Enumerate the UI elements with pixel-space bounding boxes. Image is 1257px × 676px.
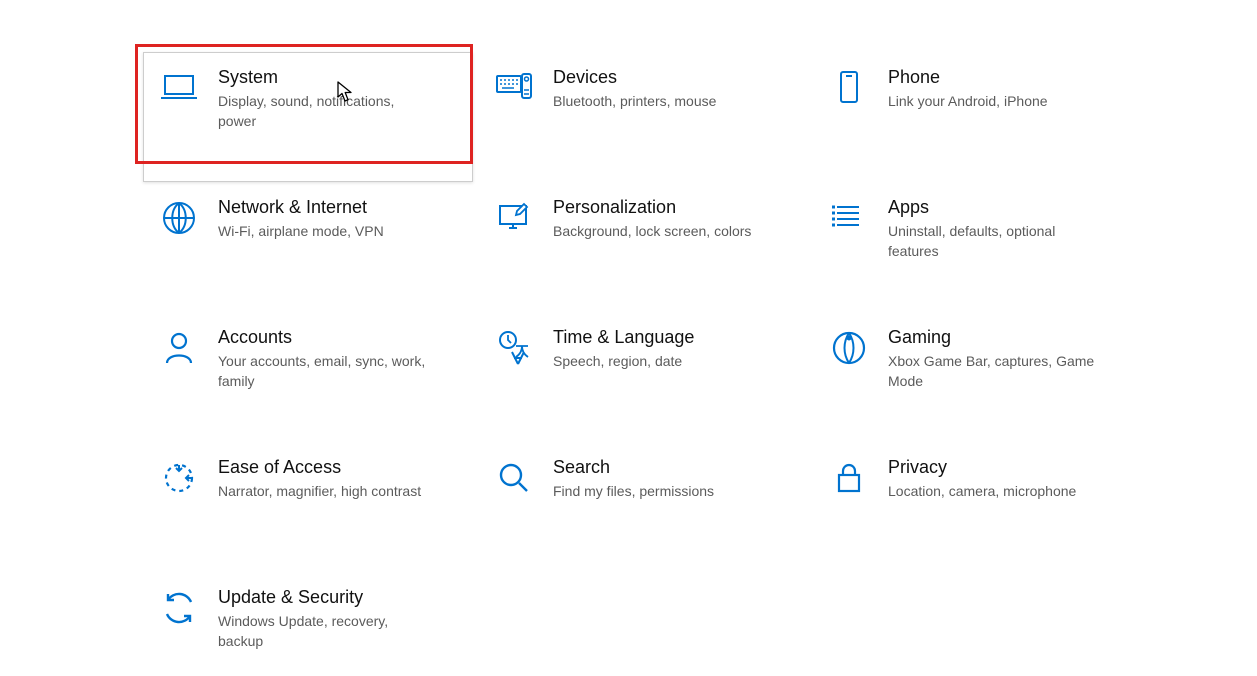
person-icon <box>153 325 205 368</box>
accessibility-icon <box>153 455 205 498</box>
tile-description: Link your Android, iPhone <box>888 91 1048 111</box>
apps-icon <box>823 195 875 238</box>
laptop-icon <box>153 65 205 108</box>
tile-title: Network & Internet <box>218 195 384 219</box>
tile-title: Ease of Access <box>218 455 421 479</box>
keyboard-icon <box>488 65 540 108</box>
tile-description: Wi-Fi, airplane mode, VPN <box>218 221 384 241</box>
settings-tile-ease-of-access[interactable]: Ease of AccessNarrator, magnifier, high … <box>143 442 473 572</box>
time-language-icon <box>488 325 540 368</box>
settings-tile-update-security[interactable]: Update & SecurityWindows Update, recover… <box>143 572 473 676</box>
globe-icon <box>153 195 205 238</box>
tile-title: Search <box>553 455 714 479</box>
tile-description: Xbox Game Bar, captures, Game Mode <box>888 351 1098 391</box>
tile-title: Devices <box>553 65 716 89</box>
settings-tile-gaming[interactable]: GamingXbox Game Bar, captures, Game Mode <box>813 312 1143 442</box>
tile-title: Personalization <box>553 195 751 219</box>
update-icon <box>153 585 205 628</box>
tile-description: Speech, region, date <box>553 351 694 371</box>
tile-description: Display, sound, notifications, power <box>218 91 428 131</box>
tile-title: Accounts <box>218 325 428 349</box>
tile-title: Gaming <box>888 325 1098 349</box>
tile-title: Phone <box>888 65 1048 89</box>
settings-tile-search[interactable]: SearchFind my files, permissions <box>478 442 808 572</box>
tile-description: Find my files, permissions <box>553 481 714 501</box>
personalize-icon <box>488 195 540 238</box>
phone-icon <box>823 65 875 108</box>
tile-description: Narrator, magnifier, high contrast <box>218 481 421 501</box>
tile-description: Location, camera, microphone <box>888 481 1076 501</box>
tile-description: Your accounts, email, sync, work, family <box>218 351 428 391</box>
settings-tile-system[interactable]: SystemDisplay, sound, notifications, pow… <box>143 52 473 182</box>
tile-description: Uninstall, defaults, optional features <box>888 221 1098 261</box>
tile-title: System <box>218 65 428 89</box>
tile-title: Apps <box>888 195 1098 219</box>
lock-icon <box>823 455 875 498</box>
settings-tile-accounts[interactable]: AccountsYour accounts, email, sync, work… <box>143 312 473 442</box>
settings-tile-time-language[interactable]: Time & LanguageSpeech, region, date <box>478 312 808 442</box>
tile-description: Windows Update, recovery, backup <box>218 611 428 651</box>
gaming-icon <box>823 325 875 368</box>
settings-tile-personalization[interactable]: PersonalizationBackground, lock screen, … <box>478 182 808 312</box>
settings-tile-network[interactable]: Network & InternetWi-Fi, airplane mode, … <box>143 182 473 312</box>
search-icon <box>488 455 540 498</box>
tile-title: Privacy <box>888 455 1076 479</box>
tile-title: Update & Security <box>218 585 428 609</box>
tile-title: Time & Language <box>553 325 694 349</box>
settings-tile-privacy[interactable]: PrivacyLocation, camera, microphone <box>813 442 1143 572</box>
tile-description: Background, lock screen, colors <box>553 221 751 241</box>
settings-tile-devices[interactable]: DevicesBluetooth, printers, mouse <box>478 52 808 182</box>
settings-tile-phone[interactable]: PhoneLink your Android, iPhone <box>813 52 1143 182</box>
settings-tile-apps[interactable]: AppsUninstall, defaults, optional featur… <box>813 182 1143 312</box>
tile-description: Bluetooth, printers, mouse <box>553 91 716 111</box>
